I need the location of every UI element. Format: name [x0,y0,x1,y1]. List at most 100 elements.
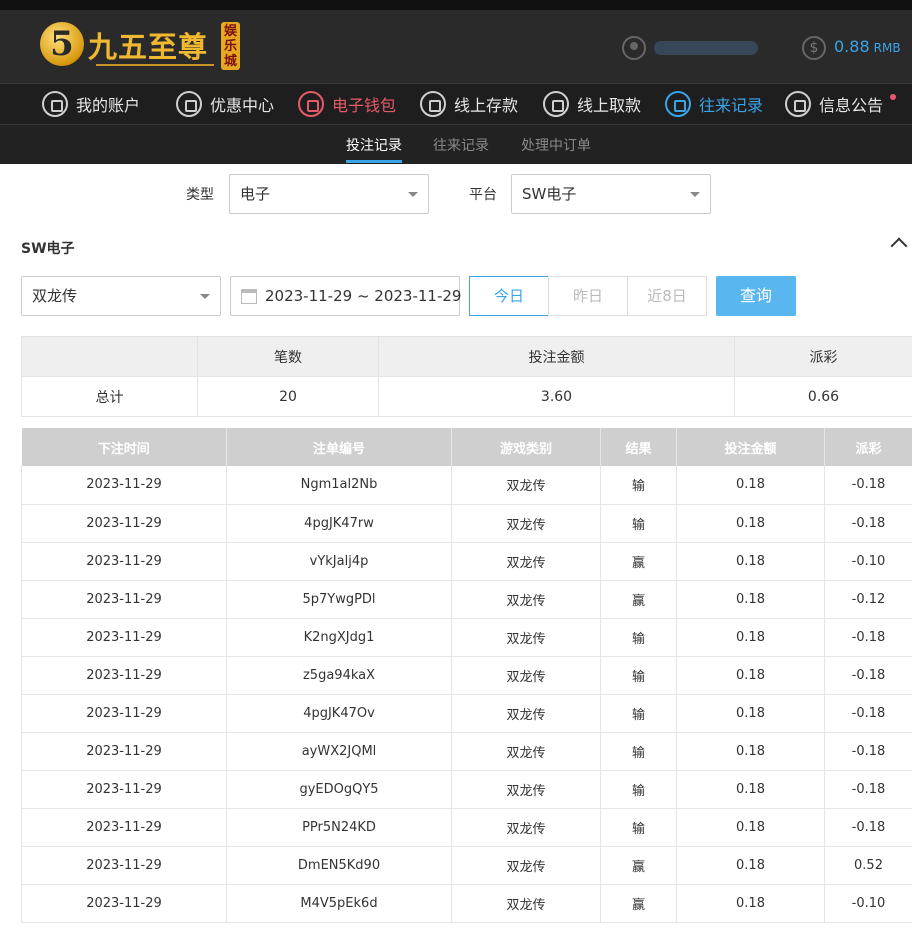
nav-label: 电子钱包 [332,96,397,115]
summary-cell: 总计 [21,376,198,417]
table-cell: 0.52 [824,846,912,885]
nav-withdraw[interactable]: 线上取款 [543,90,641,118]
nav-label: 信息公告 [819,96,884,115]
table-row: 2023-11-29 PPr5N24KD 双龙传输 0.18 -0.18 [21,808,912,847]
nav-my-account[interactable]: 我的账户 [42,90,140,118]
nav-promotions[interactable]: 优惠中心 [176,90,274,118]
nav-records[interactable]: 往来记录 [665,90,763,118]
table-cell: 5p7YwgPDl [226,580,452,619]
nav-label: 线上存款 [454,96,519,115]
table-cell: 赢 [600,846,677,885]
table-cell: 0.18 [676,884,825,923]
date-range-value: 2023-11-29 ~ 2023-11-29 [265,287,462,305]
table-cell: 输 [600,618,677,657]
table-cell: -0.12 [824,580,912,619]
balance-value: 0.88 [834,37,870,56]
nav-label: 我的账户 [76,96,141,115]
date-range-picker[interactable]: 2023-11-29 ~ 2023-11-29 [230,276,462,316]
summary-cell: 20 [197,376,379,417]
summary-header: 笔数 [197,336,379,377]
platform-select[interactable]: SW电子 [511,174,711,214]
yesterday-button[interactable]: 昨日 [548,276,628,316]
table-row: 2023-11-29 4pgJK47Ov 双龙传输 0.18 -0.18 [21,694,912,733]
table-cell: 赢 [600,580,677,619]
table-cell: 双龙传 [451,808,601,847]
game-select-value: 双龙传 [32,287,78,305]
table-row: 2023-11-29 K2ngXJdg1 双龙传输 0.18 -0.18 [21,618,912,657]
summary-header-row: 笔数 投注金额 派彩 [21,336,912,377]
table-cell: -0.10 [824,542,912,581]
header: 5 九五至尊 娱乐城 $ 0.88 RMB [0,10,912,83]
calendar-icon [241,289,257,304]
chevron-up-icon[interactable] [890,237,908,255]
table-cell: 0.18 [676,504,825,543]
table-row: 2023-11-29 z5ga94kaX 双龙传输 0.18 -0.18 [21,656,912,695]
tab-bet-records[interactable]: 投注记录 [346,135,402,155]
nav-label: 优惠中心 [210,96,275,115]
chevron-down-icon [690,192,700,197]
chevron-down-icon [200,294,210,299]
nav-deposit[interactable]: 线上存款 [420,90,518,118]
table-cell: 双龙传 [451,618,601,657]
logo[interactable]: 5 九五至尊 娱乐城 [38,20,248,75]
table-cell: -0.18 [824,618,912,657]
tab-pending-orders[interactable]: 处理中订单 [521,135,591,155]
section-title: SW电子 [21,241,75,257]
table-cell: 双龙传 [451,542,601,581]
table-row: 2023-11-29 4pgJK47rw 双龙传输 0.18 -0.18 [21,504,912,543]
table-cell: 0.18 [676,618,825,657]
type-select[interactable]: 电子 [229,174,429,214]
active-tab-indicator [346,160,402,163]
table-cell: 2023-11-29 [21,808,227,847]
records-header: 投注金额 [676,428,825,466]
table-cell: PPr5N24KD [226,808,452,847]
table-cell: 输 [600,770,677,809]
table-cell: 双龙传 [451,656,601,695]
user-icon[interactable] [622,36,646,60]
records-icon [665,91,691,117]
summary-cell: 3.60 [378,376,735,417]
records-header: 游戏类别 [451,428,601,466]
today-button[interactable]: 今日 [469,276,549,316]
tab-transactions[interactable]: 往来记录 [433,135,489,155]
top-strip [0,0,912,10]
query-button[interactable]: 查询 [716,276,796,316]
withdraw-icon [543,91,569,117]
nav-label: 往来记录 [699,96,764,115]
records-header: 注单编号 [226,428,452,466]
table-row: 2023-11-29 5p7YwgPDl 双龙传赢 0.18 -0.12 [21,580,912,619]
wallet-icon [298,91,324,117]
table-cell: 2023-11-29 [21,542,227,581]
table-cell: 输 [600,656,677,695]
nav-announcements[interactable]: 信息公告 [785,90,883,118]
nav-label: 线上取款 [577,96,642,115]
table-cell: 双龙传 [451,694,601,733]
table-cell: 2023-11-29 [21,504,227,543]
table-cell: 2023-11-29 [21,580,227,619]
table-cell: 输 [600,808,677,847]
logo-badge-text: 娱乐城 [223,24,237,69]
summary-header [21,336,198,377]
table-cell: -0.18 [824,732,912,771]
table-cell: 2023-11-29 [21,656,227,695]
table-cell: 赢 [600,542,677,581]
table-cell: 0.18 [676,846,825,885]
table-cell: 2023-11-29 [21,466,227,505]
table-cell: 输 [600,732,677,771]
records-header: 结果 [600,428,677,466]
table-cell: 双龙传 [451,732,601,771]
table-cell: -0.18 [824,694,912,733]
table-cell: M4V5pEk6d [226,884,452,923]
nav-e-wallet[interactable]: 电子钱包 [298,90,396,118]
last-8-days-button[interactable]: 近8日 [627,276,707,316]
table-row: 2023-11-29 M4V5pEk6d 双龙传赢 0.18 -0.10 [21,884,912,923]
table-cell: 双龙传 [451,846,601,885]
table-row: 2023-11-29 Ngm1al2Nb 双龙传输 0.18 -0.18 [21,466,912,505]
table-cell: 赢 [600,884,677,923]
table-cell: 2023-11-29 [21,618,227,657]
sub-tabs: 投注记录 往来记录 处理中订单 [0,125,912,164]
table-cell: 0.18 [676,580,825,619]
table-cell: 输 [600,504,677,543]
game-select[interactable]: 双龙传 [21,276,221,316]
table-cell: 0.18 [676,694,825,733]
